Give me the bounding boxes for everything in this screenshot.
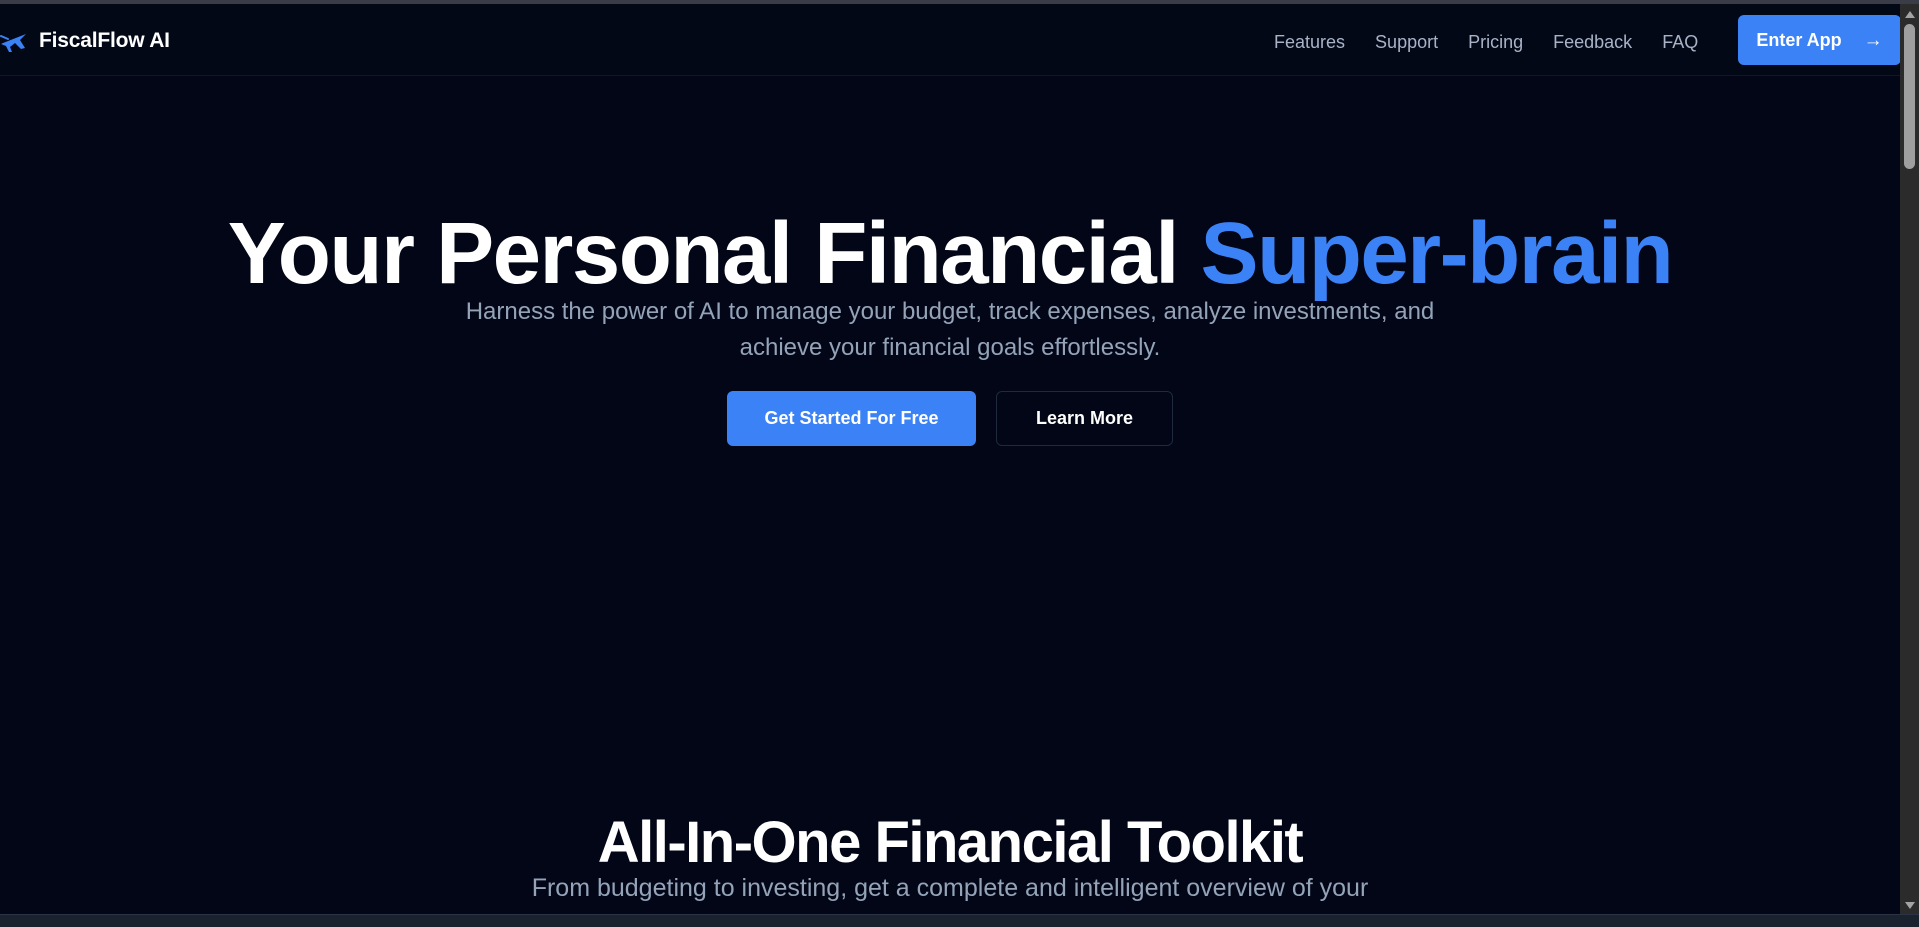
plane-icon	[0, 34, 26, 52]
landing-page: FiscalFlow AI Features Support Pricing F…	[0, 0, 1919, 927]
brand-name: FiscalFlow AI	[39, 28, 170, 52]
hero-title-main: Your Personal Financial	[227, 205, 1201, 303]
nav-links: Features Support Pricing Feedback FAQ	[1274, 30, 1698, 54]
nav-link-pricing[interactable]: Pricing	[1468, 30, 1523, 54]
window-bottom-edge	[0, 914, 1919, 927]
nav-link-support[interactable]: Support	[1375, 30, 1438, 54]
top-navigation: FiscalFlow AI Features Support Pricing F…	[0, 4, 1901, 76]
nav-link-feedback[interactable]: Feedback	[1553, 30, 1632, 54]
triangle-down-icon	[1904, 902, 1915, 909]
hero-subtitle: Harness the power of AI to manage your b…	[465, 298, 1435, 361]
get-started-button[interactable]: Get Started For Free	[727, 391, 976, 446]
scroll-down-arrow[interactable]	[1900, 897, 1919, 914]
hero-title: Your Personal Financial Super-brain	[0, 204, 1900, 304]
enter-app-label: Enter App	[1756, 29, 1842, 50]
scroll-up-arrow[interactable]	[1900, 6, 1919, 23]
triangle-up-icon	[1904, 11, 1915, 18]
hero-title-accent: Super-brain	[1200, 205, 1674, 303]
enter-app-button[interactable]: Enter App →	[1738, 15, 1901, 65]
nav-link-faq[interactable]: FAQ	[1662, 30, 1698, 54]
nav-link-features[interactable]: Features	[1274, 30, 1345, 54]
arrow-right-icon: →	[1863, 29, 1883, 51]
vertical-scrollbar[interactable]	[1900, 4, 1919, 914]
brand-logo-link[interactable]: FiscalFlow AI	[0, 26, 170, 55]
learn-more-button[interactable]: Learn More	[996, 391, 1173, 446]
scrollbar-thumb[interactable]	[1904, 24, 1915, 169]
